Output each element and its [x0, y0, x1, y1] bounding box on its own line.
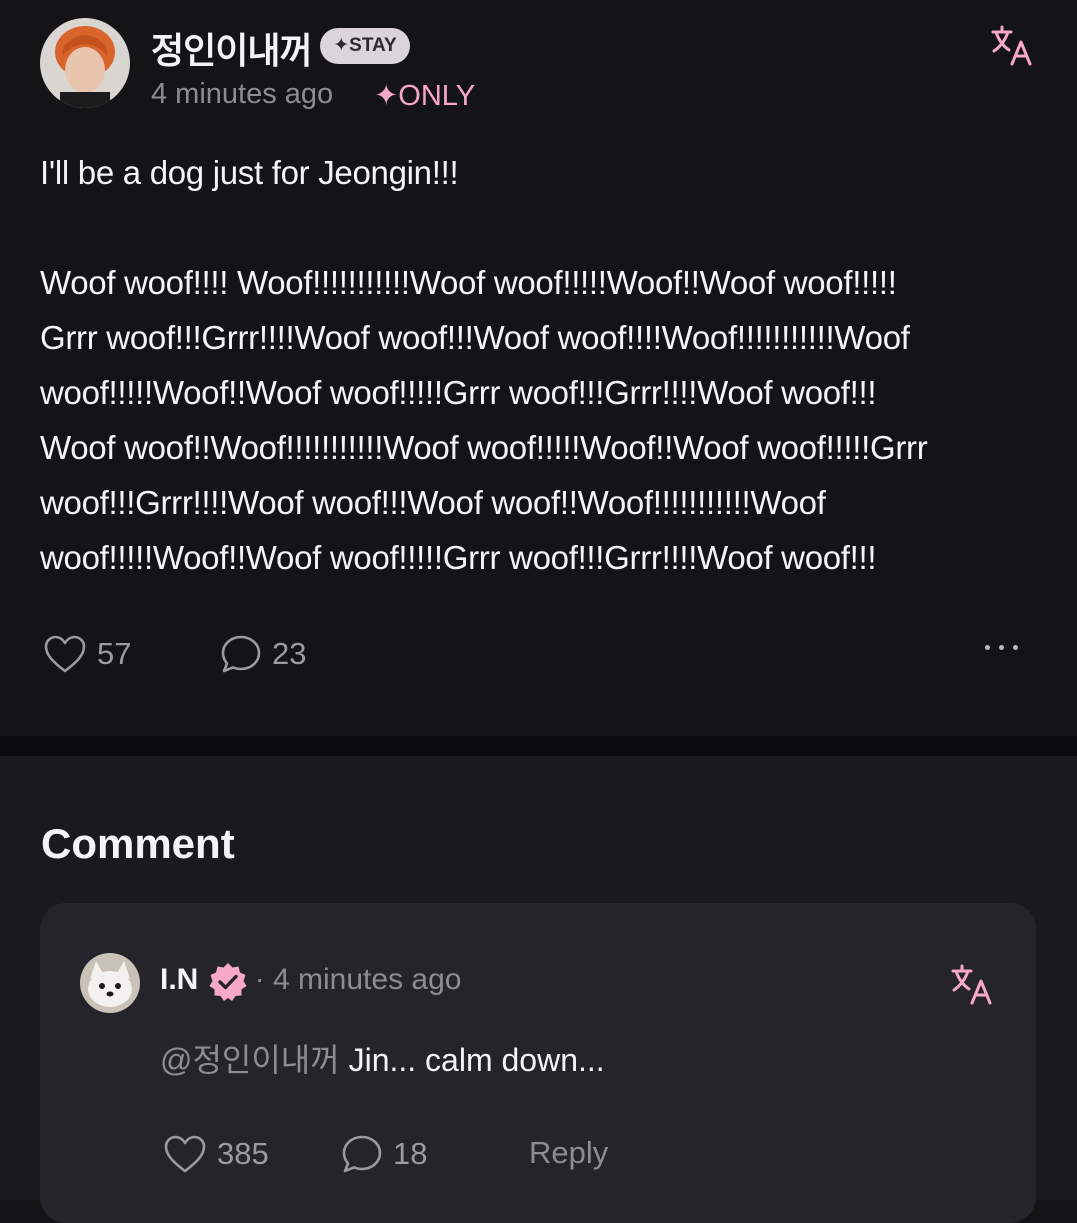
- comment-heading: Comment: [41, 820, 235, 867]
- comment-reply-count: 18: [393, 1136, 428, 1171]
- reply-button[interactable]: Reply: [529, 1135, 608, 1171]
- comment-count: 23: [272, 636, 307, 671]
- post-card: 정인이내꺼 ✦STAY 4 minutes ago ✦ONLY I'll be …: [0, 0, 1077, 736]
- speech-bubble-icon: [342, 1135, 382, 1173]
- heart-icon: [164, 1135, 206, 1173]
- separator-dot: ·: [255, 963, 265, 994]
- more-dots-icon[interactable]: [985, 645, 1018, 650]
- dot: [985, 645, 990, 650]
- comment-reply-count-button[interactable]: 18: [341, 1134, 427, 1174]
- comment-text: @정인이내꺼 Jin... calm down...: [160, 1035, 605, 1081]
- translate-icon[interactable]: [950, 963, 994, 1007]
- membership-badge: ✦STAY: [320, 28, 410, 64]
- comment-section: Comment I.N · 4 minutes ago @정인이내꺼 Jin..…: [0, 756, 1077, 1223]
- translate-icon[interactable]: [990, 24, 1034, 68]
- dot: [999, 645, 1004, 650]
- post-text-body: Woof woof!!!! Woof!!!!!!!!!!!Woof woof!!…: [40, 264, 928, 576]
- comment-avatar[interactable]: [80, 953, 140, 1013]
- like-button[interactable]: 57: [43, 634, 131, 674]
- comment-mention[interactable]: @정인이내꺼: [160, 1042, 340, 1078]
- post-text-intro: I'll be a dog just for Jeongin!!!: [40, 154, 459, 191]
- comment-author[interactable]: I.N: [160, 963, 198, 997]
- comment-timestamp: 4 minutes ago: [273, 963, 462, 996]
- verified-badge-icon: [207, 961, 249, 1003]
- comment-button[interactable]: 23: [220, 634, 306, 674]
- post-username[interactable]: 정인이내꺼: [151, 22, 313, 74]
- comment-message: Jin... calm down...: [339, 1042, 605, 1078]
- heart-icon: [44, 635, 86, 673]
- comment-like-count: 385: [217, 1136, 269, 1171]
- speech-bubble-icon: [221, 635, 261, 673]
- dot: [1013, 645, 1018, 650]
- user-avatar[interactable]: [40, 18, 130, 108]
- like-count: 57: [97, 636, 132, 671]
- comment-card: I.N · 4 minutes ago @정인이내꺼 Jin... calm d…: [40, 903, 1036, 1223]
- comment-like-button[interactable]: 385: [163, 1134, 269, 1174]
- visibility-badge: ✦ONLY: [374, 80, 476, 112]
- post-text: I'll be a dog just for Jeongin!!! Woof w…: [40, 145, 1040, 585]
- post-timestamp: 4 minutes ago: [151, 78, 334, 110]
- section-divider: [0, 736, 1077, 756]
